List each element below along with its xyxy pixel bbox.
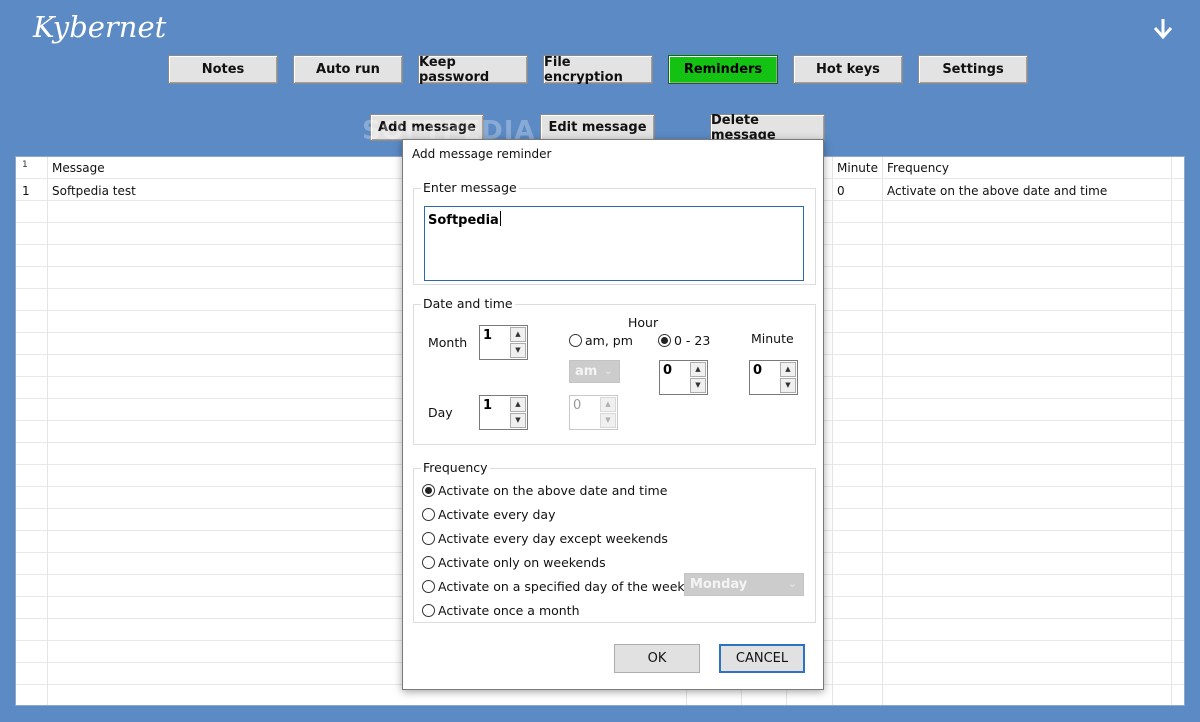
column-header-message[interactable]: Message — [52, 161, 105, 175]
freq-monthly-radio[interactable]: Activate once a month — [422, 603, 580, 618]
text-caret — [499, 211, 501, 226]
dialog-title: Add message reminder — [412, 147, 552, 161]
h24-radio-label: 0 - 23 — [674, 333, 711, 348]
freq-monthly-label: Activate once a month — [438, 603, 580, 618]
ampm-hour-up-icon[interactable]: ▲ — [600, 397, 616, 412]
day-stepper[interactable]: 1 ▲ ▼ — [479, 395, 528, 430]
ampm-radio-label: am, pm — [585, 333, 633, 348]
day-up-icon[interactable]: ▲ — [510, 397, 526, 412]
hour-up-icon[interactable]: ▲ — [690, 362, 706, 377]
h24-radio[interactable]: 0 - 23 — [658, 333, 710, 348]
freq-weekday-radio[interactable]: Activate on a specified day of the week — [422, 579, 685, 594]
month-stepper[interactable]: 1 ▲ ▼ — [479, 325, 528, 360]
chevron-down-icon: ⌄ — [787, 577, 797, 590]
add-reminder-dialog: Add message reminder Enter message Softp… — [402, 139, 824, 690]
freq-every-day-radio[interactable]: Activate every day — [422, 507, 555, 522]
freq-every-day-label: Activate every day — [438, 507, 556, 522]
day-value: 1 — [483, 398, 493, 413]
freq-once-radio[interactable]: Activate on the above date and time — [422, 483, 667, 498]
radio-dot-selected — [658, 334, 671, 347]
column-divider — [882, 157, 883, 705]
ampm-select-value: am — [575, 364, 598, 379]
hour-label: Hour — [628, 315, 659, 330]
freq-weekday-label: Activate on a specified day of the week — [438, 579, 685, 594]
hour-stepper[interactable]: 0 ▲ ▼ — [659, 360, 708, 395]
column-divider — [1171, 157, 1172, 705]
tab-file-encryption[interactable]: File encryption — [543, 55, 653, 85]
ampm-radio[interactable]: am, pm — [569, 333, 633, 348]
minute-stepper[interactable]: 0 ▲ ▼ — [749, 360, 798, 395]
chevron-down-icon[interactable] — [1151, 16, 1175, 42]
freq-weekdays-radio[interactable]: Activate every day except weekends — [422, 531, 668, 546]
radio-dot — [422, 604, 435, 617]
ampm-select[interactable]: am ⌄ — [569, 360, 620, 383]
weekday-select-value: Monday — [690, 577, 748, 592]
radio-dot — [569, 334, 582, 347]
radio-dot — [422, 532, 435, 545]
delete-message-button[interactable]: Delete message — [710, 113, 825, 143]
enter-message-label: Enter message — [421, 180, 519, 195]
column-divider — [832, 157, 833, 705]
freq-weekends-label: Activate only on weekends — [438, 555, 606, 570]
chevron-down-icon: ⌄ — [603, 364, 613, 377]
row-frequency[interactable]: Activate on the above date and time — [887, 184, 1107, 198]
message-input[interactable]: Softpedia — [424, 206, 804, 281]
tab-settings[interactable]: Settings — [918, 55, 1028, 84]
freq-weekdays-label: Activate every day except weekends — [438, 531, 668, 546]
cancel-button[interactable]: CANCEL — [719, 644, 805, 673]
hour-value: 0 — [663, 363, 673, 378]
radio-dot — [422, 580, 435, 593]
radio-dot — [422, 508, 435, 521]
tab-hot-keys[interactable]: Hot keys — [793, 55, 903, 84]
ampm-hour-stepper[interactable]: 0 ▲ ▼ — [569, 395, 618, 430]
app-title: Kybernet — [33, 10, 167, 44]
row-index[interactable]: 1 — [22, 184, 30, 198]
enter-message-group: Enter message Softpedia — [413, 180, 816, 285]
minute-up-icon[interactable]: ▲ — [780, 362, 796, 377]
day-down-icon[interactable]: ▼ — [510, 413, 526, 428]
date-time-group: Date and time Month 1 ▲ ▼ Day 1 ▲ ▼ Hour a… — [413, 296, 816, 445]
minute-down-icon[interactable]: ▼ — [780, 378, 796, 393]
column-divider — [47, 157, 48, 705]
row-minute[interactable]: 0 — [837, 184, 845, 198]
freq-weekends-radio[interactable]: Activate only on weekends — [422, 555, 606, 570]
add-message-button[interactable]: Add message — [370, 114, 484, 141]
month-value: 1 — [483, 328, 493, 343]
date-time-label: Date and time — [421, 296, 515, 311]
tab-keep-password[interactable]: Keep password — [418, 55, 528, 85]
frequency-group: Frequency Activate on the above date and… — [413, 460, 816, 623]
row-message[interactable]: Softpedia test — [52, 184, 136, 198]
ampm-hour-value: 0 — [573, 398, 582, 413]
radio-dot-selected — [422, 484, 435, 497]
edit-message-button[interactable]: Edit message — [540, 114, 655, 141]
minute-label: Minute — [751, 331, 794, 346]
weekday-select[interactable]: Monday ⌄ — [684, 573, 804, 596]
month-up-icon[interactable]: ▲ — [510, 327, 526, 342]
minute-value: 0 — [753, 363, 763, 378]
day-label: Day — [428, 405, 453, 420]
month-label: Month — [428, 335, 468, 350]
message-input-value: Softpedia — [428, 213, 499, 228]
column-header-minute[interactable]: Minute — [837, 161, 878, 175]
ampm-hour-down-icon[interactable]: ▼ — [600, 413, 616, 428]
tab-reminders[interactable]: Reminders — [668, 55, 778, 84]
hour-down-icon[interactable]: ▼ — [690, 378, 706, 393]
column-header-index: 1 — [22, 160, 28, 170]
radio-dot — [422, 556, 435, 569]
month-down-icon[interactable]: ▼ — [510, 343, 526, 358]
frequency-label: Frequency — [421, 460, 490, 475]
tab-auto-run[interactable]: Auto run — [293, 55, 403, 84]
tab-notes[interactable]: Notes — [168, 55, 278, 84]
ok-button[interactable]: OK — [614, 644, 700, 673]
column-header-frequency[interactable]: Frequency — [887, 161, 949, 175]
freq-once-label: Activate on the above date and time — [438, 483, 668, 498]
